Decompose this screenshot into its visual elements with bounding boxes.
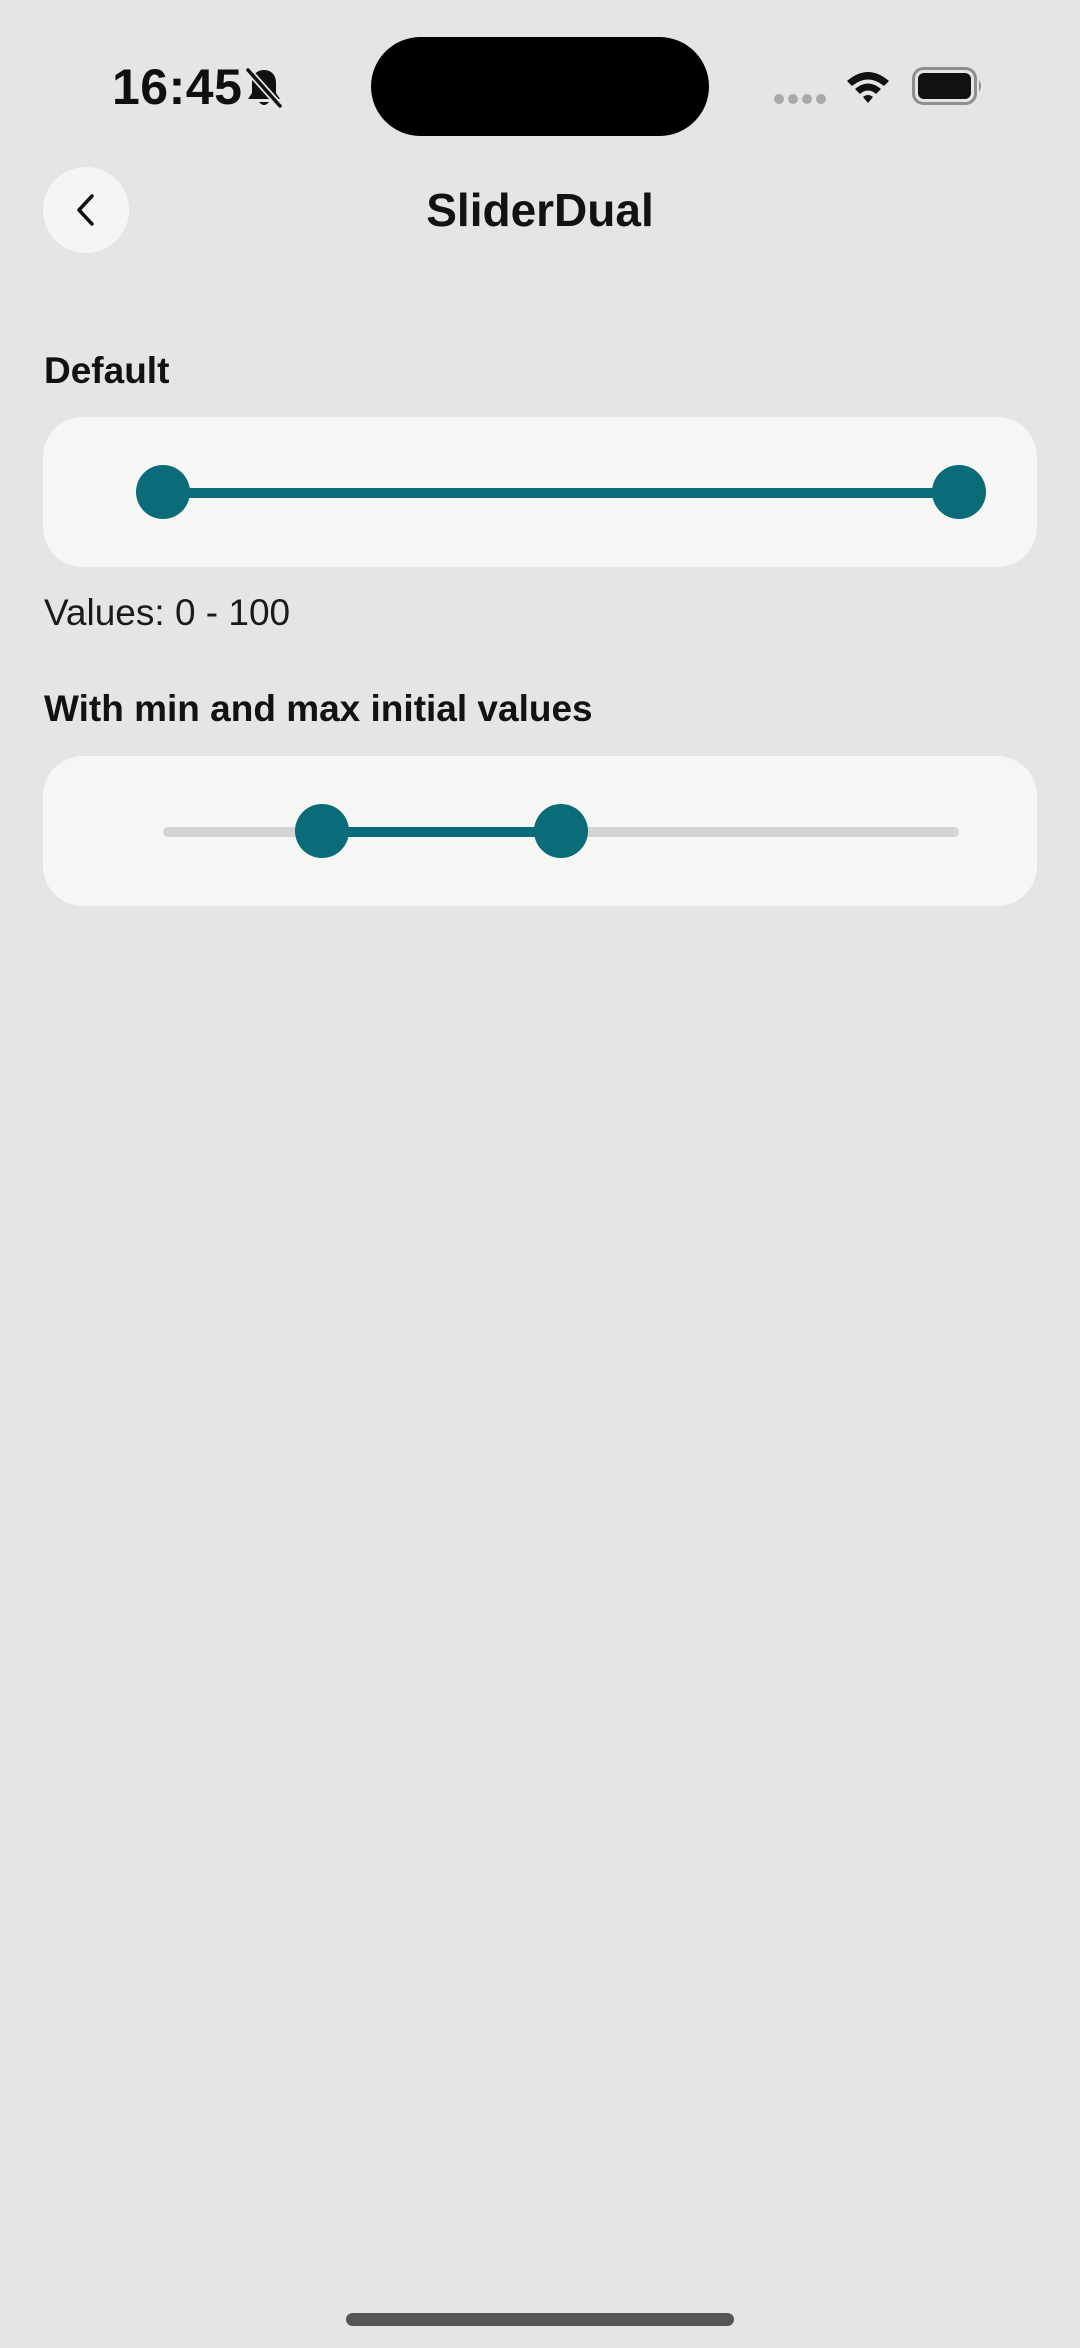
home-indicator[interactable] xyxy=(346,2313,734,2326)
status-time: 16:45 xyxy=(112,59,243,115)
wifi-icon xyxy=(847,72,889,103)
dynamic-island xyxy=(371,37,709,136)
bell-off-icon xyxy=(244,66,284,110)
battery-icon xyxy=(912,67,981,105)
slider-thumb-max[interactable] xyxy=(932,465,986,519)
slider-thumb-max[interactable] xyxy=(534,804,588,858)
slider-card-default xyxy=(43,417,1037,567)
section-heading-default: Default xyxy=(44,350,170,391)
slider-selected-range xyxy=(163,488,959,498)
status-bar: 16:45 xyxy=(0,0,1080,150)
slider-thumb-min[interactable] xyxy=(136,465,190,519)
slider-thumb-min[interactable] xyxy=(295,804,350,858)
page-title: SliderDual xyxy=(426,184,654,236)
values-label: Values: 0 - 100 xyxy=(44,592,291,633)
slider-selected-range xyxy=(322,827,561,837)
signal-icon xyxy=(774,94,826,104)
slider-card-initial-values xyxy=(43,756,1037,906)
section-heading-initial-values: With min and max initial values xyxy=(44,688,593,729)
